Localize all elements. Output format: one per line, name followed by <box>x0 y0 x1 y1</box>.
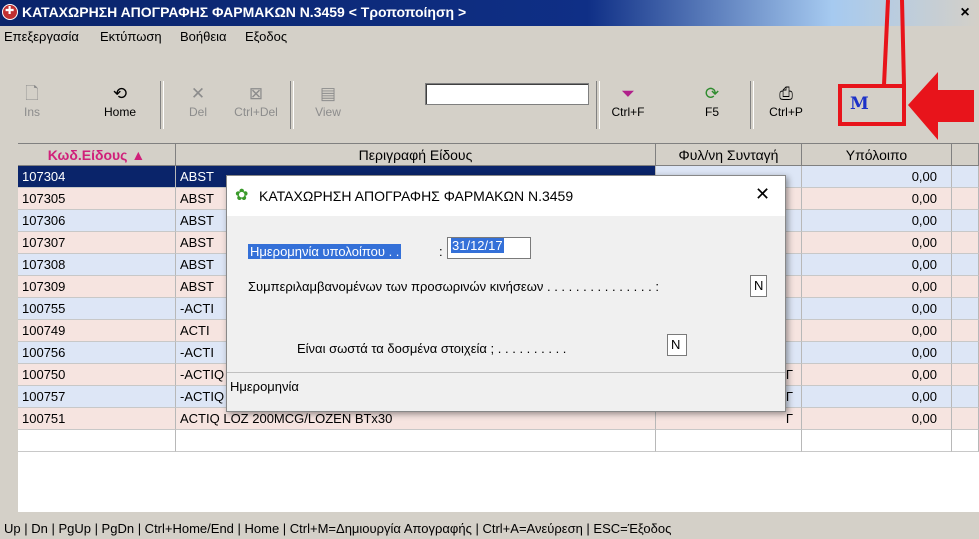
cell-code: 100755 <box>18 298 176 320</box>
dialog-divider <box>227 372 785 373</box>
cell-extra <box>952 188 979 210</box>
cell-code: 107309 <box>18 276 176 298</box>
new-doc-icon: 🗋 <box>25 84 39 103</box>
printer-icon: ⎙ <box>779 84 793 103</box>
menu-help[interactable]: Βοήθεια <box>180 29 227 44</box>
cell-extra <box>952 408 979 430</box>
date-label: Ημερομηνία υπολοίπου . . <box>248 244 402 259</box>
header-description[interactable]: Περιγραφή Είδους <box>176 144 656 166</box>
view-button[interactable]: ▤ View <box>300 81 356 131</box>
header-balance[interactable]: Υπόλοιπο <box>802 144 952 166</box>
cell-code: 100756 <box>18 342 176 364</box>
cell-bal: 0,00 <box>802 188 952 210</box>
cell-code: 107306 <box>18 210 176 232</box>
menu-edit[interactable]: Επεξεργασία <box>4 29 79 44</box>
close-button[interactable]: × <box>955 3 975 23</box>
cell-extra <box>952 364 979 386</box>
header-extra <box>952 144 979 166</box>
annotation-line <box>882 0 906 86</box>
m-button-highlight <box>838 84 906 126</box>
cell-bal: 0,00 <box>802 276 952 298</box>
cell-code <box>18 430 176 452</box>
cell-code: 100757 <box>18 386 176 408</box>
cell-bal <box>802 430 952 452</box>
cell-bal: 0,00 <box>802 232 952 254</box>
cell-extra <box>952 210 979 232</box>
date-field[interactable]: 31/12/17 <box>447 237 531 259</box>
m-button[interactable]: M <box>850 94 869 114</box>
del-button[interactable]: ✕ Del <box>170 81 226 131</box>
home-icon: ⟲ <box>112 84 128 103</box>
filter-button[interactable]: ⏷ Ctrl+F <box>600 81 656 131</box>
annotation-arrow <box>908 72 974 140</box>
menu-bar: Επεξεργασία Εκτύπωση Βοήθεια Εξοδος <box>0 26 979 48</box>
ins-button[interactable]: 🗋 Ins <box>4 81 60 131</box>
date-separator: : <box>439 244 443 259</box>
cell-extra <box>952 276 979 298</box>
cell-extra <box>952 430 979 452</box>
table-row[interactable] <box>18 430 979 452</box>
status-bar: Up | Dn | PgUp | PgDn | Ctrl+Home/End | … <box>4 521 672 536</box>
dialog-close-button[interactable]: ✕ <box>755 184 770 205</box>
filter-icon: ⏷ <box>621 84 635 103</box>
cell-bal: 0,00 <box>802 320 952 342</box>
refresh-icon: ⟳ <box>704 84 720 103</box>
cell-extra <box>952 166 979 188</box>
delete-all-icon: ⊠ <box>248 84 264 103</box>
search-input[interactable] <box>425 83 589 105</box>
cell-code: 107304 <box>18 166 176 188</box>
cell-bal: 0,00 <box>802 342 952 364</box>
cell-code: 107305 <box>18 188 176 210</box>
toolbar-separator <box>750 81 754 129</box>
cell-extra <box>952 320 979 342</box>
cell-extra <box>952 232 979 254</box>
cell-rx <box>656 430 802 452</box>
dialog: ✿ ΚΑΤΑΧΩΡΗΣΗ ΑΠΟΓΡΑΦΗΣ ΦΑΡΜΑΚΩΝ Ν.3459 ✕… <box>226 175 786 412</box>
date-value: 31/12/17 <box>451 238 504 253</box>
cell-extra <box>952 254 979 276</box>
cell-bal: 0,00 <box>802 298 952 320</box>
menu-print[interactable]: Εκτύπωση <box>100 29 162 44</box>
toolbar-separator <box>160 81 164 129</box>
include-temp-label: Συμπεριλαμβανομένων των προσωρινών κινήσ… <box>248 279 659 294</box>
cell-code: 107307 <box>18 232 176 254</box>
cell-extra <box>952 386 979 408</box>
cell-extra <box>952 342 979 364</box>
cell-code: 100751 <box>18 408 176 430</box>
confirm-label: Είναι σωστά τα δοσμένα στοιχεία ; . . . … <box>297 341 567 356</box>
dialog-title: ΚΑΤΑΧΩΡΗΣΗ ΑΠΟΓΡΑΦΗΣ ΦΑΡΜΑΚΩΝ Ν.3459 <box>259 188 574 204</box>
dialog-hint: Ημερομηνία <box>230 379 299 394</box>
menu-exit[interactable]: Εξοδος <box>245 29 287 44</box>
cell-bal: 0,00 <box>802 408 952 430</box>
cell-code: 100749 <box>18 320 176 342</box>
toolbar-separator <box>290 81 294 129</box>
confirm-field[interactable]: N <box>667 334 687 356</box>
header-code[interactable]: Κωδ.Είδους ▲ <box>18 144 176 166</box>
cell-bal: 0,00 <box>802 386 952 408</box>
ctrl-del-button[interactable]: ⊠ Ctrl+Del <box>228 81 284 131</box>
cell-desc <box>176 430 656 452</box>
pills-icon: ✿ <box>235 187 249 204</box>
cell-extra <box>952 298 979 320</box>
print-button[interactable]: ⎙ Ctrl+P <box>758 81 814 131</box>
home-button[interactable]: ⟲ Home <box>92 81 148 131</box>
app-icon <box>2 4 18 20</box>
include-temp-field[interactable]: N <box>750 275 767 297</box>
cell-bal: 0,00 <box>802 254 952 276</box>
cell-code: 100750 <box>18 364 176 386</box>
delete-x-icon: ✕ <box>190 84 206 103</box>
header-prescription[interactable]: Φυλ/νη Συνταγή <box>656 144 802 166</box>
cell-bal: 0,00 <box>802 364 952 386</box>
view-doc-icon: ▤ <box>319 84 337 103</box>
cell-code: 107308 <box>18 254 176 276</box>
cell-bal: 0,00 <box>802 166 952 188</box>
refresh-button[interactable]: ⟳ F5 <box>684 81 740 131</box>
cell-bal: 0,00 <box>802 210 952 232</box>
window-title: ΚΑΤΑΧΩΡΗΣΗ ΑΠΟΓΡΑΦΗΣ ΦΑΡΜΑΚΩΝ Ν.3459 < Τ… <box>22 4 467 20</box>
